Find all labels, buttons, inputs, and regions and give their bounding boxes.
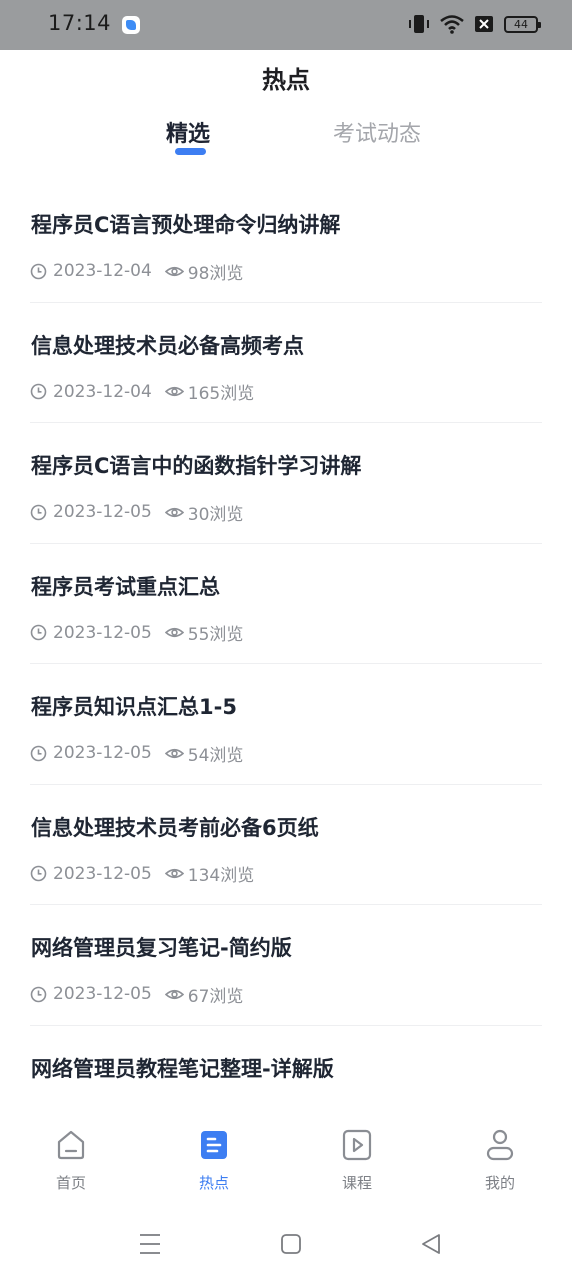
article-meta: 2023-12-04 98浏览 xyxy=(30,261,244,284)
list-item[interactable]: 程序员考试重点汇总 2023-12-05 55浏览 xyxy=(30,544,542,664)
nav-course[interactable]: 课程 xyxy=(317,1128,397,1193)
list-item[interactable]: 网络管理员教程笔记整理-详解版 xyxy=(30,1026,542,1091)
nav-hot[interactable]: 热点 xyxy=(174,1128,254,1193)
nav-mine[interactable]: 我的 xyxy=(460,1128,540,1193)
clock-icon xyxy=(30,745,47,762)
eye-icon xyxy=(164,865,184,882)
article-views: 98浏览 xyxy=(187,263,244,284)
article-date: 2023-12-05 xyxy=(53,863,152,884)
document-icon xyxy=(198,1128,230,1162)
article-views: 30浏览 xyxy=(187,504,244,525)
system-nav-bar xyxy=(0,1210,572,1280)
eye-icon xyxy=(164,383,184,400)
bottom-nav: 首页 热点 课程 我的 xyxy=(0,1118,572,1198)
article-date: 2023-12-05 xyxy=(53,622,152,643)
back-triangle-icon[interactable] xyxy=(420,1232,442,1260)
article-views: 134浏览 xyxy=(187,866,255,886)
article-date: 2023-12-05 xyxy=(53,502,152,522)
article-title: 信息处理技术员考前必备6页纸 xyxy=(31,815,319,840)
list-item[interactable]: 信息处理技术员考前必备6页纸 2023-12-05 134浏览 xyxy=(30,785,542,905)
clock-icon xyxy=(30,263,47,280)
article-meta: 2023-12-04 165浏览 xyxy=(30,381,255,404)
article-views: 55浏览 xyxy=(187,625,244,645)
eye-icon xyxy=(164,986,184,1003)
menu-icon[interactable] xyxy=(139,1232,161,1260)
status-bar: 17:14 44 xyxy=(0,0,572,50)
article-meta: 2023-12-05 30浏览 xyxy=(30,502,244,525)
vibrate-icon xyxy=(408,14,430,34)
article-title: 网络管理员复习笔记-简约版 xyxy=(31,936,292,960)
status-time: 17:14 xyxy=(48,11,112,35)
tab-bar: 精选 考试动态 xyxy=(0,116,572,166)
page-title: 热点 xyxy=(262,66,310,94)
tab-featured[interactable]: 精选 xyxy=(166,116,210,148)
user-icon xyxy=(484,1128,516,1162)
eye-icon xyxy=(164,263,184,280)
active-tab-indicator xyxy=(175,148,206,155)
article-list: 程序员C语言预处理命令归纳讲解 2023-12-04 98浏览 信息处理技术员必… xyxy=(30,182,542,1090)
article-date: 2023-12-05 xyxy=(53,984,152,1004)
article-meta: 2023-12-05 55浏览 xyxy=(30,622,244,645)
article-title: 信息处理技术员必备高频考点 xyxy=(31,333,304,358)
battery-icon: 44 xyxy=(504,15,541,33)
article-views: 165浏览 xyxy=(187,384,255,404)
status-icons: 44 xyxy=(408,14,541,34)
tab-exam-news[interactable]: 考试动态 xyxy=(333,116,421,148)
nav-home[interactable]: 首页 xyxy=(31,1128,111,1193)
eye-icon xyxy=(164,504,184,521)
nav-home-label: 首页 xyxy=(55,1174,86,1192)
article-meta: 2023-12-05 134浏览 xyxy=(30,863,255,886)
home-icon xyxy=(55,1128,87,1162)
clock-icon xyxy=(30,504,47,521)
nav-hot-label: 热点 xyxy=(198,1174,229,1192)
sim-off-icon xyxy=(474,15,494,33)
list-item[interactable]: 程序员知识点汇总1-5 2023-12-05 54浏览 xyxy=(30,664,542,785)
list-item[interactable]: 网络管理员复习笔记-简约版 2023-12-05 67浏览 xyxy=(30,905,542,1026)
play-icon xyxy=(341,1128,373,1162)
article-date: 2023-12-04 xyxy=(53,381,152,402)
article-meta: 2023-12-05 67浏览 xyxy=(30,984,244,1007)
nav-course-label: 课程 xyxy=(341,1174,372,1192)
wifi-icon xyxy=(440,14,464,34)
clock-icon xyxy=(30,865,47,882)
app-notification-icon xyxy=(122,16,140,34)
article-meta: 2023-12-05 54浏览 xyxy=(30,743,244,766)
clock-icon xyxy=(30,624,47,641)
nav-mine-label: 我的 xyxy=(484,1174,515,1192)
list-item[interactable]: 信息处理技术员必备高频考点 2023-12-04 165浏览 xyxy=(30,303,542,423)
article-title: 网络管理员教程笔记整理-详解版 xyxy=(31,1056,334,1081)
article-views: 54浏览 xyxy=(187,745,244,766)
list-item[interactable]: 程序员C语言中的函数指针学习讲解 2023-12-05 30浏览 xyxy=(30,423,542,544)
list-item[interactable]: 程序员C语言预处理命令归纳讲解 2023-12-04 98浏览 xyxy=(30,182,542,303)
article-title: 程序员C语言中的函数指针学习讲解 xyxy=(31,454,362,478)
clock-icon xyxy=(30,986,47,1003)
article-title: 程序员C语言预处理命令归纳讲解 xyxy=(31,213,341,237)
home-square-icon[interactable] xyxy=(280,1232,302,1260)
eye-icon xyxy=(164,624,184,641)
article-date: 2023-12-05 xyxy=(53,743,152,763)
article-title: 程序员知识点汇总1-5 xyxy=(31,695,237,719)
article-date: 2023-12-04 xyxy=(53,261,152,281)
article-views: 67浏览 xyxy=(187,986,244,1007)
eye-icon xyxy=(164,745,184,762)
screen: 17:14 44 热点 精选 考试动态 程序员C语言预处理命令归纳讲解 2023… xyxy=(0,0,572,1280)
clock-icon xyxy=(30,383,47,400)
article-title: 程序员考试重点汇总 xyxy=(31,574,220,599)
